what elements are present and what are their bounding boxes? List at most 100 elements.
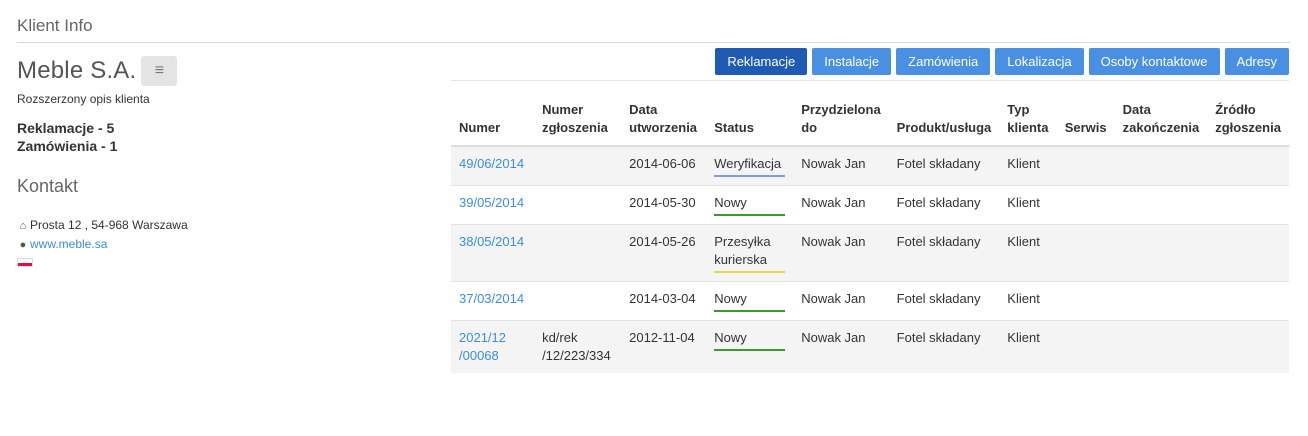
page-title: Klient Info xyxy=(17,16,93,35)
cell-zrodlo xyxy=(1207,320,1289,373)
complaint-number-link[interactable]: 37/03/2014 xyxy=(459,291,524,306)
status-badge: Nowy xyxy=(714,290,786,312)
cell-data-zakonczenia xyxy=(1114,281,1208,321)
cell-serwis xyxy=(1056,145,1115,186)
cell-zrodlo xyxy=(1207,145,1289,186)
complaints-table-container: Numer Numer zgłoszenia Data utworzenia Stat… xyxy=(451,80,1289,373)
cell-typ-klienta: Klient xyxy=(999,320,1057,373)
cell-data-utworzenia: 2014-05-30 xyxy=(621,185,707,225)
cell-produkt: Fotel składany xyxy=(888,320,1000,373)
table-header-row: Numer Numer zgłoszenia Data utworzenia Stat… xyxy=(451,81,1289,147)
column-header-zrodlo: Źródło zgłoszenia xyxy=(1207,81,1289,147)
cell-numer-zgloszenia xyxy=(534,224,622,282)
cell-data-utworzenia: 2012-11-04 xyxy=(621,320,707,373)
cell-przydzielona-do: Nowak Jan xyxy=(793,281,889,321)
home-icon: ⌂ xyxy=(19,220,27,232)
cell-produkt: Fotel składany xyxy=(888,224,1000,282)
tab-lokalizacja[interactable]: Lokalizacja xyxy=(995,48,1084,75)
cell-serwis xyxy=(1056,224,1115,282)
column-header-typ-klienta: Typ klienta xyxy=(999,81,1057,147)
status-badge: Nowy xyxy=(714,194,786,216)
cell-numer: 2021/12 /00068 xyxy=(451,320,535,373)
column-header-numer-zgloszenia: Numer zgłoszenia xyxy=(534,81,622,147)
cell-status: Nowy xyxy=(706,320,794,373)
cell-data-zakonczenia xyxy=(1114,145,1208,186)
complaint-number-link[interactable]: 39/05/2014 xyxy=(459,195,524,210)
client-counts: Reklamacje - 5 Zamówienia - 1 xyxy=(17,119,437,155)
cell-typ-klienta: Klient xyxy=(999,224,1057,282)
contact-website-link[interactable]: www.meble.sa xyxy=(30,237,107,251)
column-header-przydzielona-do: Przydzielona do xyxy=(793,81,889,147)
table-row[interactable]: 49/06/2014 2014-06-06 Weryfikacja Nowak Jan… xyxy=(451,145,1289,186)
tab-zamówienia[interactable]: Zamówienia xyxy=(896,48,991,75)
complaint-number-link[interactable]: 2021/12 /00068 xyxy=(459,330,506,363)
table-body: 49/06/2014 2014-06-06 Weryfikacja Nowak Jan… xyxy=(451,145,1289,373)
tab-osoby-kontaktowe[interactable]: Osoby kontaktowe xyxy=(1088,48,1220,75)
cell-produkt: Fotel składany xyxy=(888,281,1000,321)
cell-status: Przesyłka kurierska xyxy=(706,224,794,282)
cell-zrodlo xyxy=(1207,224,1289,282)
page-header: Klient Info xyxy=(17,16,1290,43)
cell-numer: 38/05/2014 xyxy=(451,224,535,282)
complaint-number-link[interactable]: 49/06/2014 xyxy=(459,156,524,171)
tab-bar: Reklamacje Instalacje Zamówienia Lokalizacj… xyxy=(715,48,1289,75)
cell-data-utworzenia: 2014-06-06 xyxy=(621,145,707,186)
complaint-number-link[interactable]: 38/05/2014 xyxy=(459,234,524,249)
cell-typ-klienta: Klient xyxy=(999,145,1057,186)
status-badge: Weryfikacja xyxy=(714,155,786,177)
contact-details: ⌂ Prosta 12 , 54-968 Warszawa ● www.meble.… xyxy=(17,216,437,272)
cell-numer: 37/03/2014 xyxy=(451,281,535,321)
complaints-table: Numer Numer zgłoszenia Data utworzenia Stat… xyxy=(451,81,1289,373)
contact-title: Kontakt xyxy=(17,176,79,196)
orders-count: Zamówienia - 1 xyxy=(17,138,118,154)
cell-zrodlo xyxy=(1207,185,1289,225)
cell-przydzielona-do: Nowak Jan xyxy=(793,224,889,282)
column-header-numer: Numer xyxy=(451,81,535,147)
contact-website-line: ● www.meble.sa xyxy=(17,235,437,254)
table-row[interactable]: 2021/12 /00068 kd/rek /12/223/334 2012-11-… xyxy=(451,320,1289,373)
client-name: Meble S.A. xyxy=(17,57,137,84)
globe-icon: ● xyxy=(19,239,27,251)
cell-data-zakonczenia xyxy=(1114,185,1208,225)
cell-produkt: Fotel składany xyxy=(888,145,1000,186)
tab-instalacje[interactable]: Instalacje xyxy=(812,48,892,75)
column-header-produkt: Produkt/usługa xyxy=(888,81,1000,147)
column-header-status: Status xyxy=(706,81,794,147)
client-description: Rozszerzony opis klienta xyxy=(17,92,150,106)
cell-typ-klienta: Klient xyxy=(999,185,1057,225)
cell-status: Nowy xyxy=(706,185,794,225)
column-header-data-utworzenia: Data utworzenia xyxy=(621,81,707,147)
cell-przydzielona-do: Nowak Jan xyxy=(793,185,889,225)
cell-status: Nowy xyxy=(706,281,794,321)
cell-numer: 49/06/2014 xyxy=(451,145,535,186)
cell-numer: 39/05/2014 xyxy=(451,185,535,225)
contact-address-line: ⌂ Prosta 12 , 54-968 Warszawa xyxy=(17,216,437,235)
contact-address: Prosta 12 , 54-968 Warszawa xyxy=(30,218,188,232)
table-row[interactable]: 37/03/2014 2014-03-04 Nowy Nowak Jan Fotel s… xyxy=(451,281,1289,321)
client-panel: Meble S.A. ≡ Rozszerzony opis klienta Re… xyxy=(17,56,437,272)
bars-icon: ≡ xyxy=(154,62,165,79)
poland-flag-icon xyxy=(17,258,33,267)
table-row[interactable]: 38/05/2014 2014-05-26 Przesyłka kurierska N… xyxy=(451,224,1289,282)
column-header-serwis: Serwis xyxy=(1056,81,1115,147)
column-header-data-zakonczenia: Data zakończenia xyxy=(1114,81,1208,147)
tab-adresy[interactable]: Adresy xyxy=(1224,48,1289,75)
cell-typ-klienta: Klient xyxy=(999,281,1057,321)
tab-reklamacje[interactable]: Reklamacje xyxy=(715,48,808,75)
cell-przydzielona-do: Nowak Jan xyxy=(793,145,889,186)
cell-zrodlo xyxy=(1207,281,1289,321)
cell-numer-zgloszenia xyxy=(534,145,622,186)
cell-data-zakonczenia xyxy=(1114,320,1208,373)
cell-data-zakonczenia xyxy=(1114,224,1208,282)
cell-numer-zgloszenia xyxy=(534,281,622,321)
table-row[interactable]: 39/05/2014 2014-05-30 Nowy Nowak Jan Fotel s… xyxy=(451,185,1289,225)
cell-status: Weryfikacja xyxy=(706,145,794,186)
client-menu-button[interactable]: ≡ xyxy=(141,56,178,86)
cell-data-utworzenia: 2014-03-04 xyxy=(621,281,707,321)
complaints-count: Reklamacje - 5 xyxy=(17,120,115,136)
cell-przydzielona-do: Nowak Jan xyxy=(793,320,889,373)
client-name-row: Meble S.A. ≡ xyxy=(17,56,437,86)
cell-produkt: Fotel składany xyxy=(888,185,1000,225)
cell-data-utworzenia: 2014-05-26 xyxy=(621,224,707,282)
cell-serwis xyxy=(1056,185,1115,225)
